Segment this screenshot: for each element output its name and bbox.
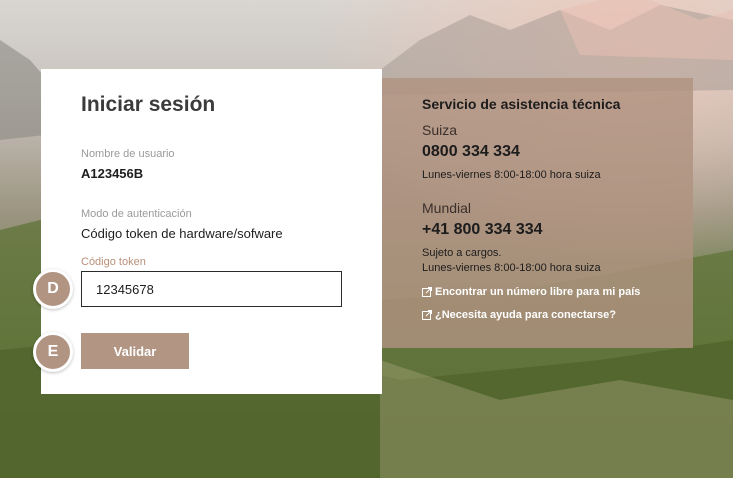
world-phone: +41 800 334 334	[422, 221, 543, 238]
token-input[interactable]	[81, 271, 342, 307]
login-card: Iniciar sesión Nombre de usuario A123456…	[41, 69, 382, 394]
auth-mode-value: Código token de hardware/sofware	[81, 226, 283, 241]
token-label: Código token	[81, 256, 146, 268]
external-link-icon	[422, 310, 432, 320]
login-title: Iniciar sesión	[81, 93, 216, 116]
support-title: Servicio de asistencia técnica	[422, 96, 621, 112]
swiss-hours: Lunes-viernes 8:00-18:00 hora suiza	[422, 169, 601, 181]
swiss-region: Suiza	[422, 122, 458, 138]
marker-d: D	[33, 269, 73, 309]
world-region: Mundial	[422, 200, 472, 216]
username-label: Nombre de usuario	[81, 148, 175, 160]
link-help[interactable]: ¿Necesita ayuda para conectarse?	[422, 309, 616, 321]
world-hours: Lunes-viernes 8:00-18:00 hora suiza	[422, 262, 601, 274]
link-free-number-label: Encontrar un número libre para mi país	[435, 286, 641, 298]
auth-mode-label: Modo de autenticación	[81, 208, 192, 220]
support-panel: Servicio de asistencia técnica Suiza 080…	[382, 78, 693, 348]
external-link-icon	[422, 287, 432, 297]
username-value: A123456B	[81, 166, 144, 181]
link-help-label: ¿Necesita ayuda para conectarse?	[435, 309, 616, 321]
swiss-phone: 0800 334 334	[422, 143, 520, 160]
marker-e: E	[33, 332, 73, 372]
validate-button[interactable]: Validar	[81, 333, 189, 369]
link-free-number[interactable]: Encontrar un número libre para mi país	[422, 286, 640, 298]
world-note: Sujeto a cargos.	[422, 247, 502, 259]
